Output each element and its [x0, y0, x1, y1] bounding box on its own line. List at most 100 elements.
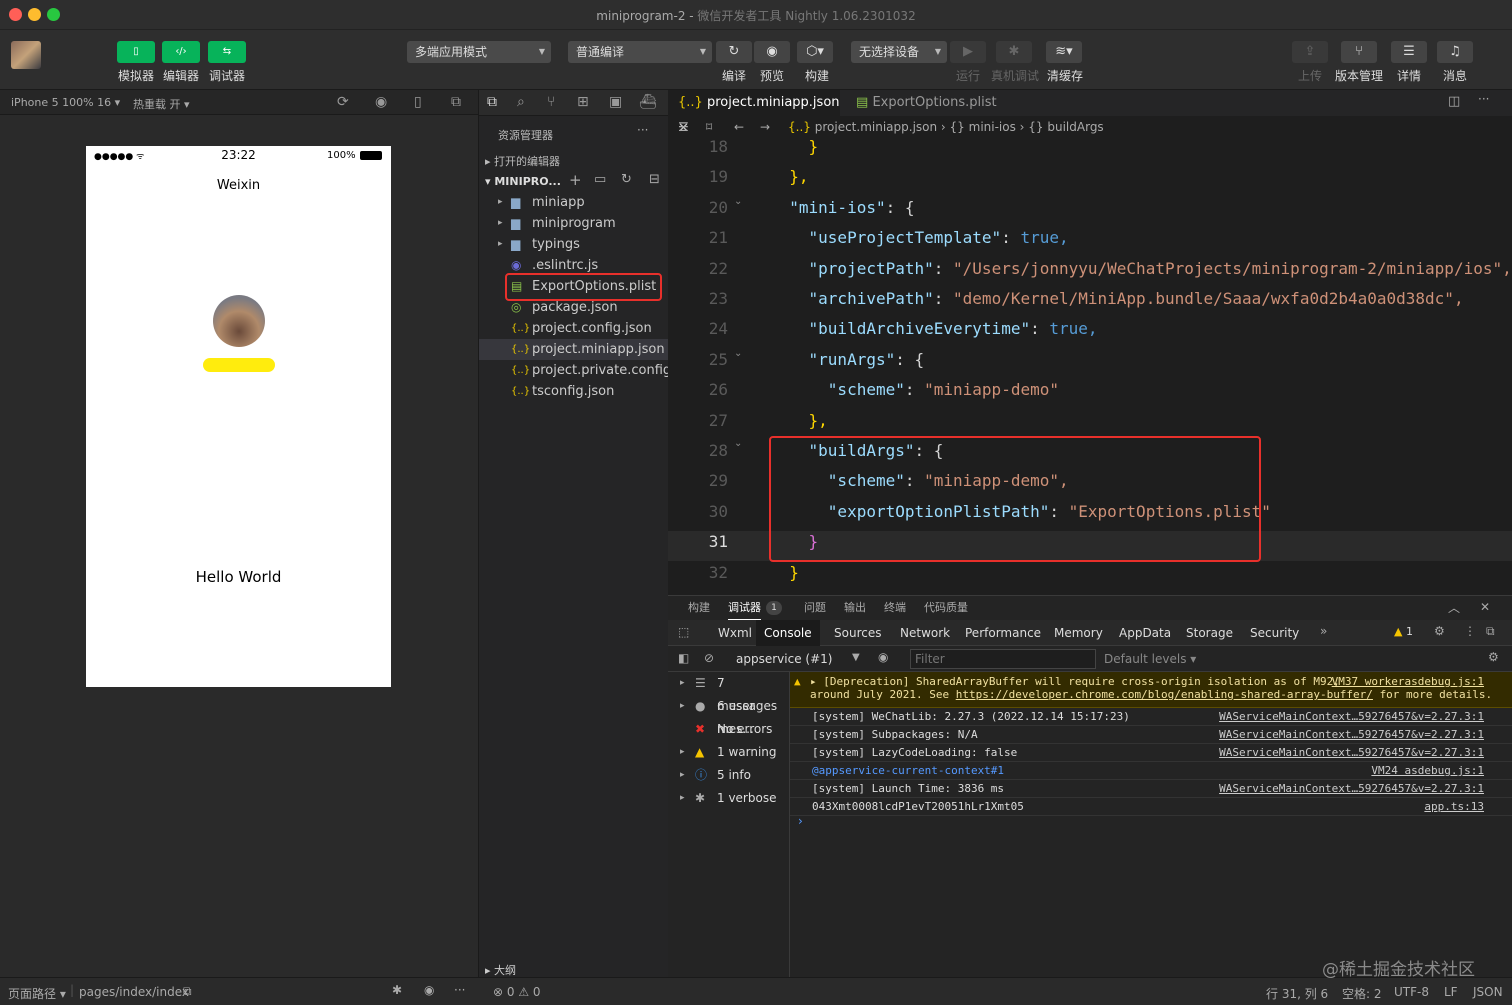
device-select[interactable]: 无选择设备 ▼	[851, 41, 947, 63]
breadcrumb-file[interactable]: project.miniapp.json	[815, 120, 937, 134]
build-button[interactable]: ⬡▾	[797, 41, 833, 63]
tab-project-miniapp-json[interactable]: {..} project.miniapp.json ✕	[668, 90, 840, 136]
compile-mode-select[interactable]: 普通编译 ▼	[568, 41, 712, 63]
code-line[interactable]: 23 "archivePath": "demo/Kernel/MiniApp.b…	[668, 284, 1512, 314]
tab-problems[interactable]: 问题	[804, 596, 826, 620]
back-icon[interactable]: ←	[734, 116, 744, 138]
code-line[interactable]: 32 }	[668, 558, 1512, 588]
search-icon[interactable]: ⌕	[517, 94, 525, 110]
console-prompt[interactable]: ›	[798, 814, 803, 828]
refresh-icon[interactable]: ↻	[621, 172, 632, 187]
split-editor-icon[interactable]: ◫	[1448, 94, 1460, 109]
forward-icon[interactable]: →	[760, 116, 770, 138]
new-file-icon[interactable]: +	[569, 171, 582, 189]
log-source-link[interactable]: VM37 workerasdebug.js:1	[1332, 675, 1484, 688]
device-select[interactable]: iPhone 5 100% 16 ▾	[11, 96, 120, 109]
tab-terminal[interactable]: 终端	[884, 596, 906, 620]
clear-console-icon[interactable]: ⊘	[704, 651, 714, 665]
tree-item[interactable]: {..} project.config.json	[479, 318, 669, 339]
console-log-entry[interactable]: [system] LazyCodeLoading: false WAService…	[790, 744, 1512, 762]
tab-output[interactable]: 输出	[844, 596, 866, 620]
log-source-link[interactable]: WAServiceMainContext…59276457&v=2.27.3:1	[1219, 744, 1484, 762]
tree-item[interactable]: {..} project.miniapp.json	[479, 339, 669, 360]
fold-icon[interactable]: ⌄	[734, 196, 742, 207]
page-path-label[interactable]: 页面路径 ▾	[8, 985, 66, 1002]
tab-console[interactable]: Console	[756, 620, 820, 646]
code-line[interactable]: 25 "runArgs": {	[668, 345, 1512, 375]
log-source-link[interactable]: app.ts:13	[1424, 798, 1484, 816]
fold-icon[interactable]: ⌄	[734, 438, 742, 449]
tab-exportoptions-plist[interactable]: ▤ ExportOptions.plist	[846, 90, 1006, 116]
close-icon[interactable]: ✕	[1480, 600, 1490, 614]
tree-item[interactable]: ▸ ▆ miniprogram	[479, 213, 669, 234]
console-log-entry[interactable]: [system] Subpackages: N/A WAServiceMainCo…	[790, 726, 1512, 744]
details-button[interactable]: ☰	[1391, 41, 1427, 63]
levels-select[interactable]: Default levels ▾	[1104, 652, 1196, 666]
list-icon[interactable]: ☰	[678, 116, 689, 138]
new-folder-icon[interactable]: ▭	[594, 172, 606, 187]
preview-button[interactable]: ◉	[754, 41, 790, 63]
console-filter-item[interactable]: ▸ ▲ 1 warning	[668, 741, 788, 764]
breadcrumb-mini-ios[interactable]: mini-ios	[969, 120, 1016, 134]
chevron-up-icon[interactable]: ︿	[1448, 599, 1460, 616]
tree-item[interactable]: {..} project.private.config...	[479, 360, 684, 381]
popout-icon[interactable]: ⧉	[451, 94, 461, 110]
tab-sources[interactable]: Sources	[834, 620, 881, 646]
code-line[interactable]: 26 "scheme": "miniapp-demo"	[668, 375, 1512, 405]
git-icon[interactable]: ⑂	[547, 94, 555, 110]
settings-icon[interactable]: ⚙	[1434, 624, 1445, 638]
indent-spaces[interactable]: 空格: 2	[1342, 985, 1382, 1002]
phone-icon[interactable]: ▯	[414, 94, 422, 110]
files-icon[interactable]: ⧉	[487, 94, 497, 110]
code-line[interactable]: 20 "mini-ios": {	[668, 193, 1512, 223]
filter-input[interactable]	[910, 649, 1096, 669]
mode-select[interactable]: 多端应用模式 ▼	[407, 41, 551, 63]
console-log-entry[interactable]: [system] WeChatLib: 2.27.3 (2022.12.14 1…	[790, 708, 1512, 726]
tab-wxml[interactable]: Wxml	[718, 620, 752, 646]
editor-toggle-button[interactable]: ‹/›	[162, 41, 200, 63]
real-debug-button[interactable]: ✱	[996, 41, 1032, 63]
tab-security[interactable]: Security	[1250, 620, 1299, 646]
compile-button[interactable]: ↻	[716, 41, 752, 63]
breadcrumb-buildargs[interactable]: buildArgs	[1047, 120, 1103, 134]
upload-button[interactable]: ⇪	[1292, 41, 1328, 63]
settings-icon[interactable]: ⚙	[1488, 650, 1499, 664]
deprecation-link[interactable]: https://developer.chrome.com/blog/enabli…	[956, 688, 1373, 701]
simulator-toggle-button[interactable]: ▯	[117, 41, 155, 63]
messages-button[interactable]: ♫	[1437, 41, 1473, 63]
project-section[interactable]: ▾ MINIPRO...	[485, 175, 561, 188]
tree-item[interactable]: {..} tsconfig.json	[479, 381, 669, 402]
tab-memory[interactable]: Memory	[1054, 620, 1103, 646]
bug-icon[interactable]: ✱	[392, 983, 402, 997]
version-button[interactable]: ⑂	[1341, 41, 1377, 63]
rotate-icon[interactable]: ⟳	[337, 94, 349, 110]
log-source-link[interactable]: WAServiceMainContext…59276457&v=2.27.3:1	[1219, 726, 1484, 744]
code-line[interactable]: 27 },	[668, 406, 1512, 436]
inspect-icon[interactable]: ⬚	[678, 625, 689, 639]
warning-icon[interactable]: ▲ 1	[1394, 625, 1413, 638]
language-mode[interactable]: JSON	[1473, 985, 1503, 999]
console-log-entry[interactable]: 043Xmt0008lcdP1evT20051hLr1Xmt05 app.ts:1…	[790, 798, 1512, 816]
eye-icon[interactable]: ◉	[878, 650, 888, 664]
code-line[interactable]: 22 "projectPath": "/Users/jonnyyu/WeChat…	[668, 254, 1512, 284]
run-button[interactable]: ▶	[950, 41, 986, 63]
deprecation-warning[interactable]: ▲ ▸ [Deprecation] SharedArrayBuffer will…	[790, 672, 1512, 708]
user-avatar[interactable]	[213, 295, 265, 347]
error-warning-count[interactable]: ⊗ 0 ⚠ 0	[493, 985, 541, 999]
log-source-link[interactable]: WAServiceMainContext…59276457&v=2.27.3:1	[1219, 780, 1484, 798]
bookmark-icon[interactable]: ⌑	[706, 116, 712, 138]
debugger-toggle-button[interactable]: ⇆	[208, 41, 246, 63]
code-line[interactable]: 21 "useProjectTemplate": true,	[668, 223, 1512, 253]
code-line[interactable]: 24 "buildArchiveEverytime": true,	[668, 314, 1512, 344]
collapse-icon[interactable]: ⊟	[649, 172, 660, 187]
log-source-link[interactable]: VM24 asdebug.js:1	[1371, 762, 1484, 780]
line-ending[interactable]: LF	[1444, 985, 1458, 999]
log-source-link[interactable]: WAServiceMainContext…59276457&v=2.27.3:1	[1219, 708, 1484, 726]
open-editors-section[interactable]: ▸ 打开的编辑器	[485, 153, 560, 169]
context-select[interactable]: appservice (#1)	[736, 652, 832, 666]
tab-appdata[interactable]: AppData	[1119, 620, 1171, 646]
hotreload-toggle[interactable]: 热重载 开 ▾	[133, 96, 190, 112]
console-filter-item[interactable]: ▸ ☰ 7 messages	[668, 672, 788, 713]
record-icon[interactable]: ◉	[375, 94, 387, 110]
layout-icon[interactable]: ▣	[609, 94, 622, 110]
